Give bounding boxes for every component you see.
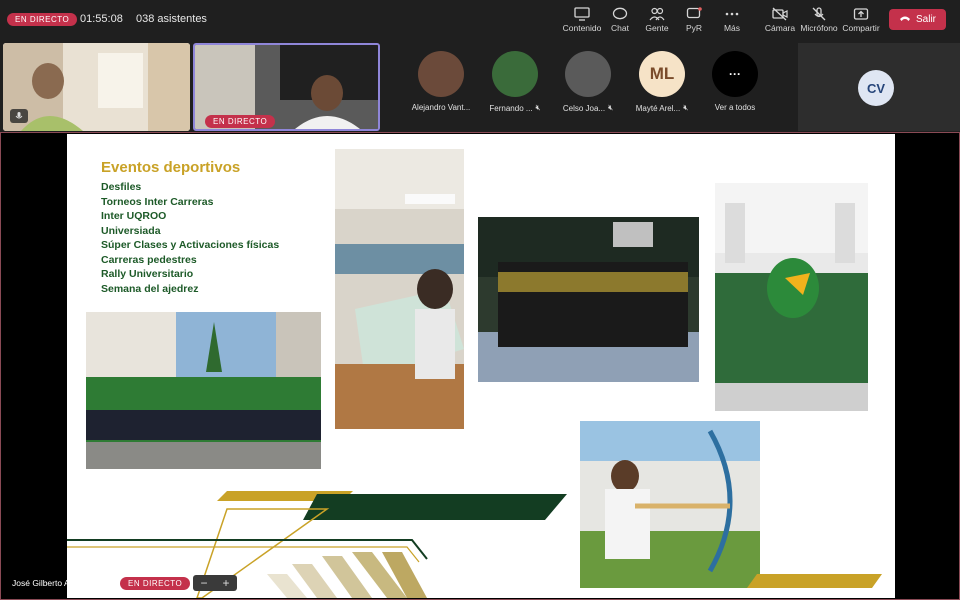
list-item: Súper Clases y Activaciones físicas <box>101 239 280 251</box>
presentation-slide: Eventos deportivos Desfiles Torneos Inte… <box>67 134 895 598</box>
participant-name: Fernando ... <box>489 103 533 113</box>
qna-button-label: PyR <box>685 23 703 33</box>
chat-button-label: Chat <box>611 23 629 33</box>
presenter-name: José Gilberto Aguilar Cano <box>12 578 114 588</box>
leave-button[interactable]: Salir <box>889 9 946 30</box>
list-item: Universiada <box>101 224 161 237</box>
parade-photo <box>86 312 321 469</box>
list-item: Torneos Inter Carreras <box>101 195 214 208</box>
live-badge: EN DIRECTO <box>120 577 191 590</box>
participant-name: Celso Joa... <box>562 103 606 113</box>
camera-off-icon <box>771 6 789 22</box>
participant-avatar-2[interactable]: Celso Joa... 🔇︎ <box>553 51 623 113</box>
meeting-toolbar: EN DIRECTO 01:55:08 038 asistentes Conte… <box>0 0 960 40</box>
video-tile-presenter[interactable]: EN DIRECTO <box>193 43 380 131</box>
more-icon <box>723 6 741 22</box>
video-strip: EN DIRECTO Alejandro Vant... Fernando ..… <box>0 40 960 132</box>
slide-bullet-list: Desfiles Torneos Inter Carreras Inter UQ… <box>101 180 279 296</box>
more-participants-icon: ··· <box>712 51 758 97</box>
list-item: Semana del ajedrez <box>101 282 199 295</box>
mic-off-icon <box>810 6 828 22</box>
camera-button-label: Cámara <box>764 23 796 33</box>
slide-title: Eventos deportivos <box>101 159 241 176</box>
more-button[interactable]: Más <box>706 6 758 36</box>
attendee-count: 038 asistentes <box>136 13 207 25</box>
shared-content-stage: Eventos deportivos Desfiles Torneos Inte… <box>0 132 960 600</box>
avatar <box>418 51 464 97</box>
list-item: Rally Universitario <box>101 268 194 280</box>
share-icon <box>852 6 870 22</box>
basketball-team-photo <box>478 217 699 382</box>
video-tile-self[interactable] <box>3 43 190 131</box>
mic-off-icon: 🔇︎ <box>608 103 614 112</box>
share-button[interactable]: Compartir <box>835 6 887 36</box>
avatar-initials: ML <box>639 51 685 97</box>
list-item: Desfiles <box>101 181 142 193</box>
participant-avatar-0[interactable]: Alejandro Vant... <box>406 51 476 112</box>
live-badge: EN DIRECTO <box>7 13 78 26</box>
mic-off-icon: 🔇︎ <box>683 103 689 112</box>
view-all-button[interactable]: ··· Ver a todos <box>700 51 770 112</box>
list-item: Carreras pedestres <box>101 253 197 266</box>
meeting-timer: 01:55:08 <box>80 13 123 25</box>
room-scene-illustration <box>3 43 190 131</box>
list-item: Inter UQROO <box>101 210 167 222</box>
video-tile-cv[interactable]: CV <box>798 43 960 131</box>
presenter-live-badge: EN DIRECTO <box>205 115 276 128</box>
share-button-label: Compartir <box>842 23 880 33</box>
mic-off-icon: 🔇︎ <box>535 103 541 112</box>
people-button-label: Gente <box>645 23 669 33</box>
microphone-button-label: Micrófono <box>800 23 838 33</box>
people-icon <box>648 6 666 22</box>
zoom-control: − + <box>193 575 237 591</box>
more-button-label: Más <box>723 23 741 33</box>
mascot-group-photo <box>715 183 868 411</box>
leave-button-label: Salir <box>915 14 936 25</box>
participant-name: Alejandro Vant... <box>411 103 471 112</box>
participant-avatar-3[interactable]: ML Mayté Arel... 🔇︎ <box>627 51 697 113</box>
avatar <box>565 51 611 97</box>
avatar <box>492 51 538 97</box>
qna-icon <box>685 6 703 22</box>
avatar-initials: CV <box>858 70 894 106</box>
zoom-out-button[interactable]: − <box>200 576 207 590</box>
zoom-in-button[interactable]: + <box>222 576 229 590</box>
view-all-label: Ver a todos <box>714 103 756 112</box>
mic-icon <box>15 112 23 119</box>
phone-hangup-icon <box>899 14 911 25</box>
chess-tournament-photo <box>335 149 464 429</box>
presenter-bar: José Gilberto Aguilar Cano EN DIRECTO − … <box>0 574 260 594</box>
share-screen-icon <box>573 6 591 22</box>
participant-avatar-1[interactable]: Fernando ... 🔇︎ <box>480 51 550 113</box>
participant-name: Mayté Arel... <box>635 103 681 113</box>
chat-icon <box>611 6 629 22</box>
muted-mic-chip <box>10 109 28 123</box>
